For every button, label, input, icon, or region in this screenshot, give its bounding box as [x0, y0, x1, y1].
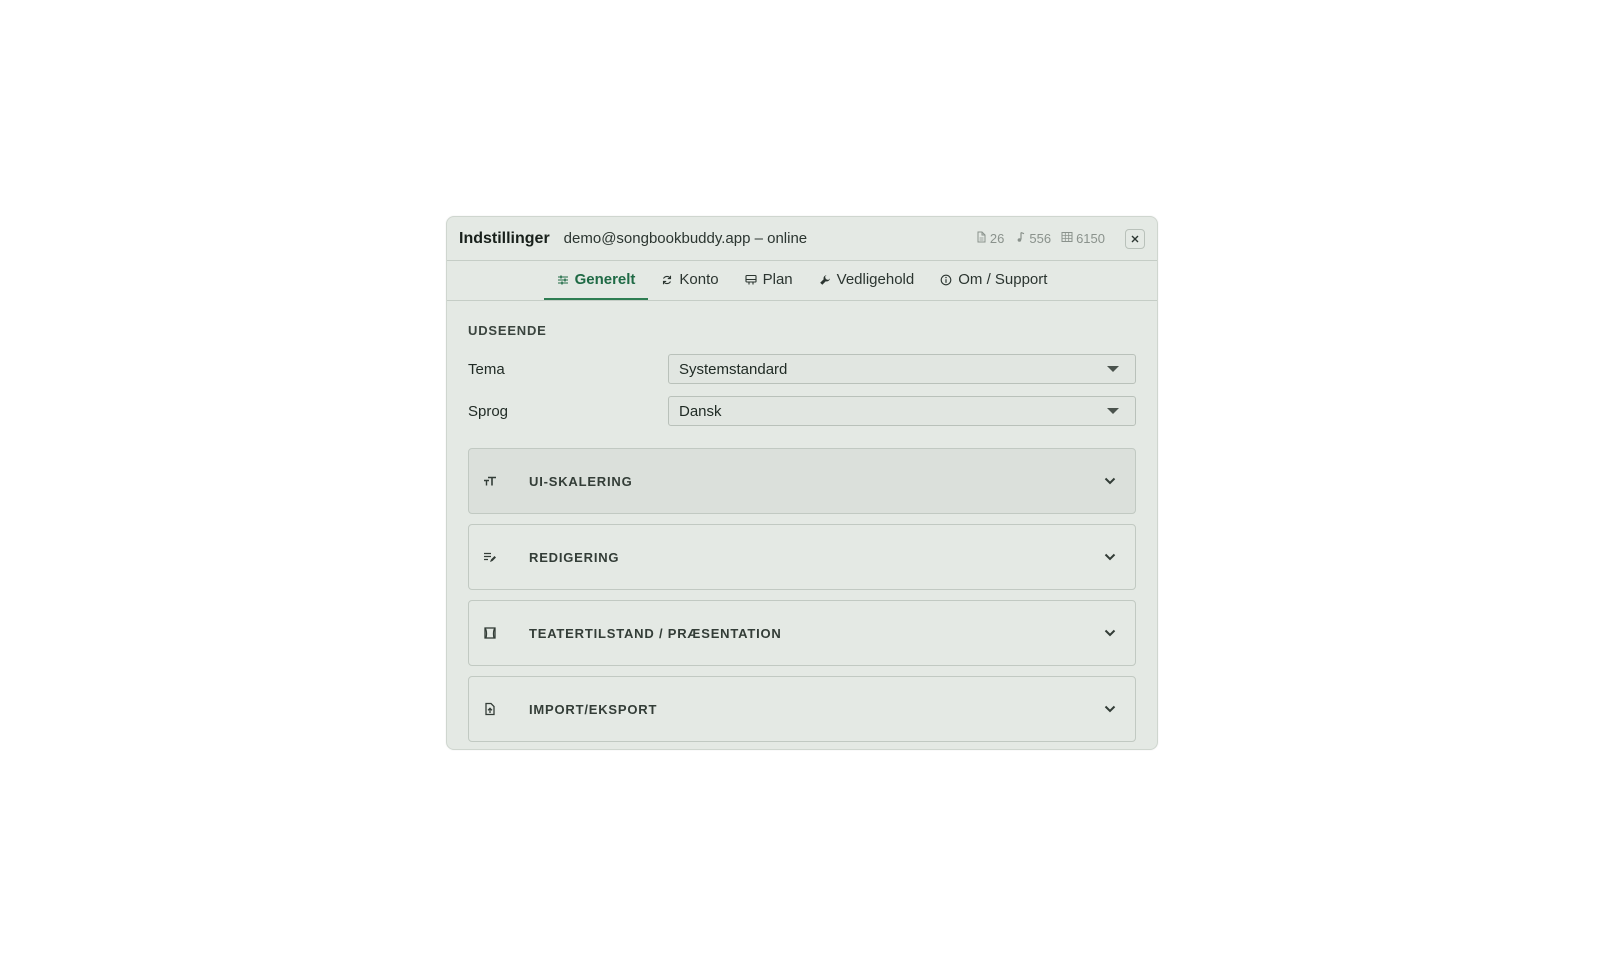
sliders-icon	[557, 275, 568, 284]
language-row: Sprog Dansk	[468, 396, 1136, 426]
close-button[interactable]	[1125, 228, 1145, 249]
settings-dialog: Indstillinger demo@songbookbuddy.app – o…	[446, 216, 1158, 750]
language-select-value: Dansk	[679, 402, 722, 420]
theme-row: Tema Systemstandard	[468, 354, 1136, 384]
appearance-heading: UDSEENDE	[468, 323, 547, 338]
caret-down-icon	[1107, 366, 1119, 372]
edit-note-icon	[483, 550, 497, 564]
tab-maintenance[interactable]: Vedligehold	[806, 261, 928, 300]
tab-about-support[interactable]: Om / Support	[927, 261, 1060, 300]
wrench-icon	[819, 274, 830, 285]
theme-label: Tema	[468, 360, 505, 378]
stat-documents-value: 26	[989, 231, 1005, 246]
chevron-down-icon	[1104, 629, 1116, 637]
close-icon	[1131, 235, 1139, 242]
stat-documents: 26	[975, 231, 1004, 246]
tab-general[interactable]: Generelt	[543, 261, 649, 300]
stat-grid-value: 6150	[1076, 231, 1105, 246]
accordion-theater-mode-label: TEATERTILSTAND / PRÆSENTATION	[529, 625, 782, 641]
dialog-title: Indstillinger	[459, 229, 550, 247]
theme-select-value: Systemstandard	[679, 360, 788, 378]
accordion-ui-scaling-label: UI-SKALERING	[529, 473, 633, 489]
sync-icon	[663, 275, 672, 284]
accordion-editing[interactable]: REDIGERING	[468, 524, 1136, 590]
tab-plan-label: Plan	[762, 271, 793, 288]
grid-icon	[1061, 231, 1073, 246]
caret-down-icon	[1107, 408, 1119, 414]
music-note-icon	[1014, 231, 1026, 246]
stat-songs: 556	[1014, 231, 1051, 246]
accordion-import-export[interactable]: IMPORT/EKSPORT	[468, 676, 1136, 742]
monitor-icon	[745, 274, 757, 284]
tab-maintenance-label: Vedligehold	[836, 271, 915, 288]
stats-bar: 26 556 6150	[975, 228, 1145, 249]
theme-select[interactable]: Systemstandard	[668, 354, 1136, 384]
account-status: demo@songbookbuddy.app – online	[563, 230, 808, 247]
theater-icon	[483, 626, 497, 640]
info-icon	[940, 274, 952, 285]
tab-account-label: Konto	[679, 271, 719, 288]
tab-general-label: Generelt	[574, 271, 636, 288]
tab-bar: Generelt Konto Plan Vedligehold Om / Sup…	[447, 261, 1157, 301]
language-label: Sprog	[468, 402, 509, 420]
accordion-ui-scaling[interactable]: UI-SKALERING	[468, 448, 1136, 514]
settings-sections: UI-SKALERING REDIGERING TEATERTILSTAND /…	[468, 448, 1136, 742]
file-upload-icon	[483, 702, 497, 716]
accordion-editing-label: REDIGERING	[529, 549, 620, 565]
tab-plan[interactable]: Plan	[732, 261, 806, 300]
tab-account[interactable]: Konto	[648, 261, 731, 300]
tab-about-support-label: Om / Support	[958, 271, 1048, 288]
accordion-import-export-label: IMPORT/EKSPORT	[529, 701, 658, 717]
text-size-icon	[483, 474, 497, 488]
language-select[interactable]: Dansk	[668, 396, 1136, 426]
stat-grid: 6150	[1061, 231, 1105, 246]
document-icon	[975, 231, 987, 246]
general-settings-content: UDSEENDE Tema Systemstandard Sprog Dansk…	[447, 301, 1157, 742]
chevron-down-icon	[1104, 705, 1116, 713]
accordion-theater-mode[interactable]: TEATERTILSTAND / PRÆSENTATION	[468, 600, 1136, 666]
dialog-header: Indstillinger demo@songbookbuddy.app – o…	[447, 217, 1157, 261]
stat-songs-value: 556	[1029, 231, 1052, 246]
chevron-down-icon	[1104, 477, 1116, 485]
chevron-down-icon	[1104, 553, 1116, 561]
